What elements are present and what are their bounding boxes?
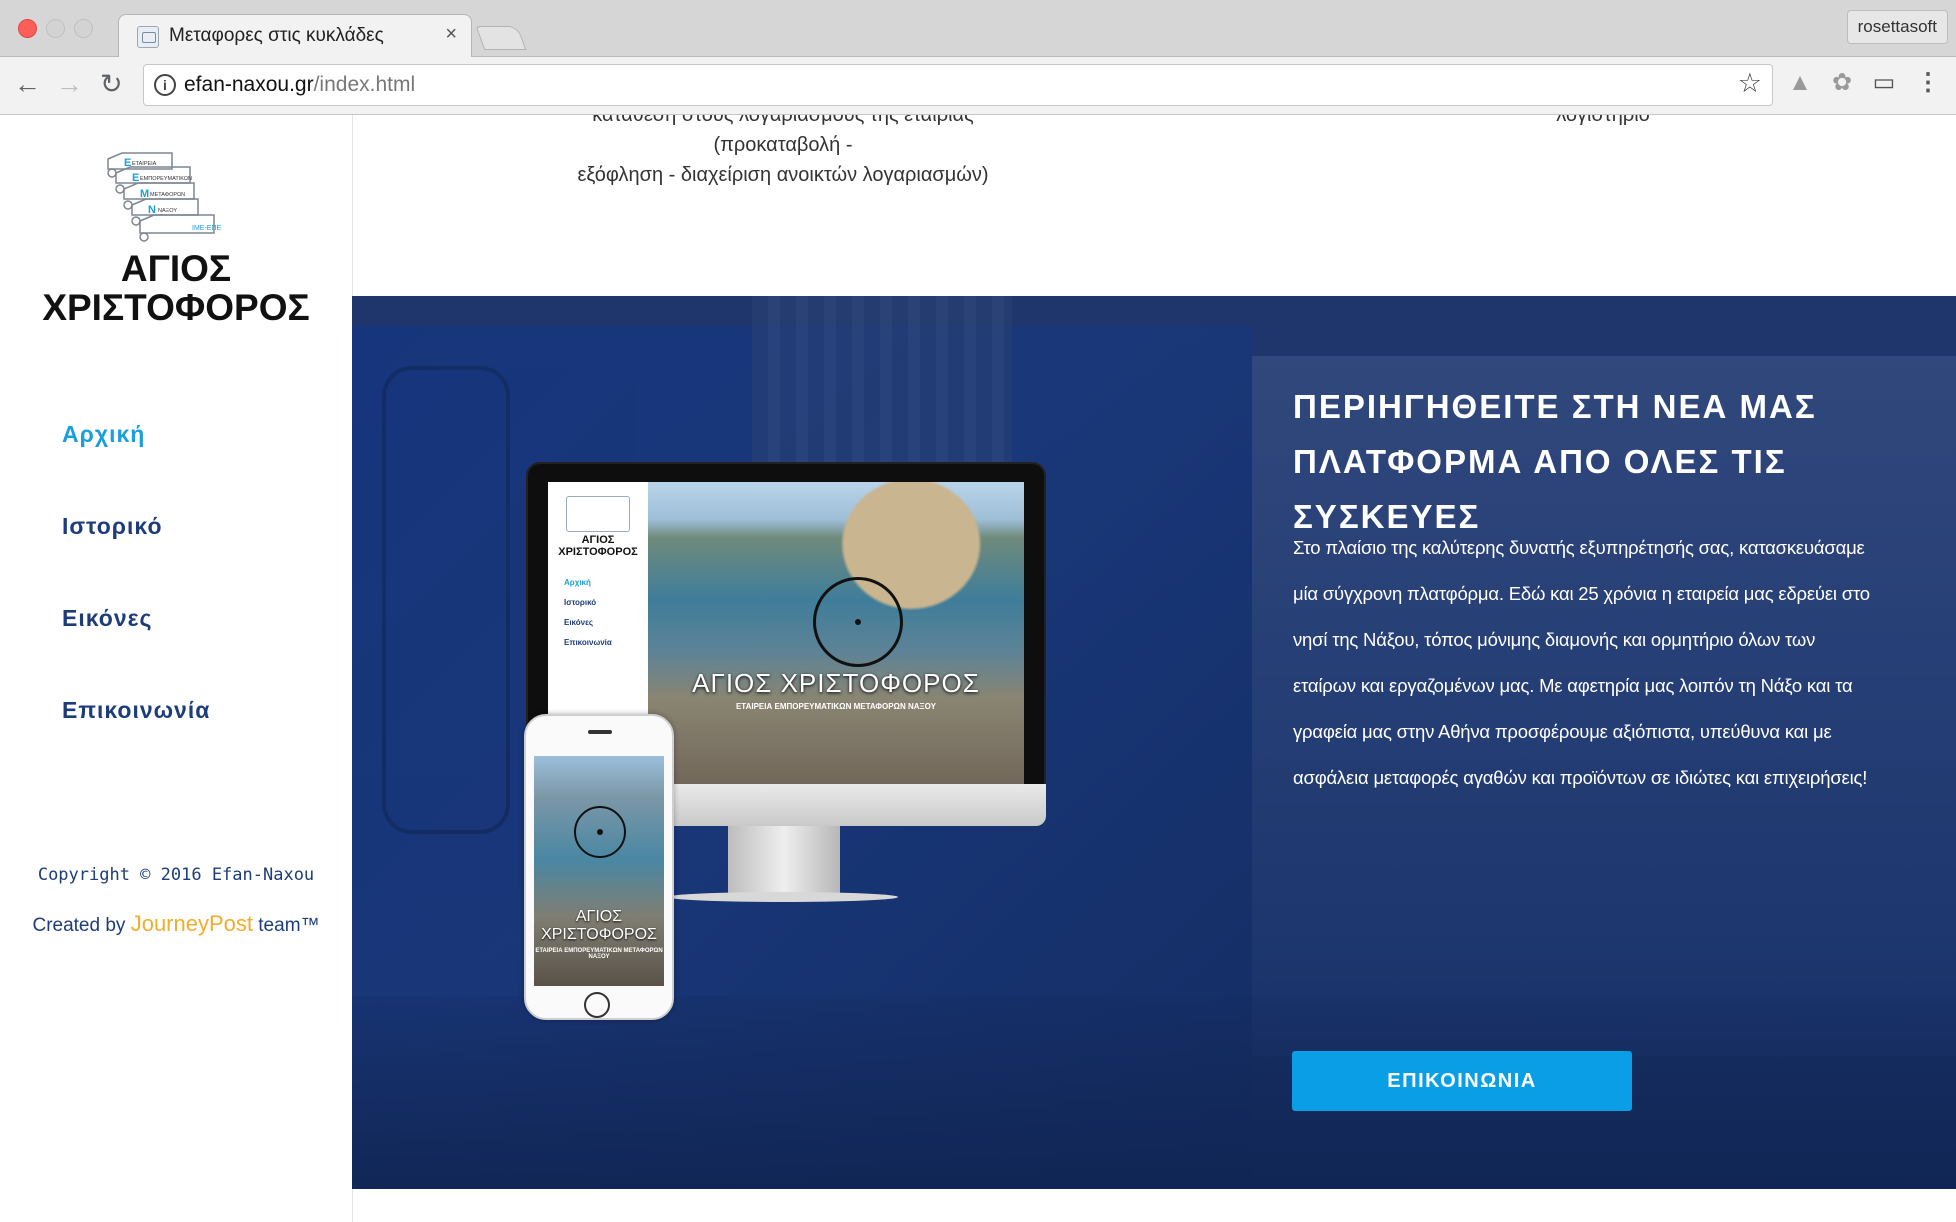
- sidebar: Ε Ε Μ Ν ΕΤΑΙΡΕΙΑ ΕΜΠΟΡΕΥΜΑΤΙΚΩΝ ΜΕΤΑΦΟΡΩ…: [0, 115, 353, 1222]
- monitor-base: [668, 892, 898, 902]
- mini-hero-subtitle: ΕΤΑΙΡΕΙΑ ΕΜΠΟΡΕΥΜΑΤΙΚΩΝ ΜΕΤΑΦΟΡΩΝ ΝΑΞΟΥ: [735, 702, 937, 711]
- new-tab-button[interactable]: [475, 26, 527, 50]
- tab-close-icon[interactable]: ×: [445, 23, 457, 46]
- phone-mockup: ΑΓΙΟΣ ΧΡΙΣΤΟΦΟΡΟΣ ΕΤΑΙΡΕΙΑ ΕΜΠΟΡΕΥΜΑΤΙΚΩ…: [524, 714, 674, 1020]
- phone-title-line1: ΑΓΙΟΣ: [575, 908, 623, 925]
- tab-title: Μεταφορες στις κυκλάδες: [169, 25, 384, 46]
- mini-logo: [566, 496, 630, 532]
- nav-item-contact[interactable]: Επικοινωνία: [62, 697, 210, 724]
- drive-icon[interactable]: ▲: [1788, 71, 1812, 95]
- mini-logo-title: ΑΓΙΟΣ ΧΡΙΣΤΟΦΟΡΟΣ: [548, 534, 648, 558]
- favicon-icon: [137, 26, 159, 48]
- menu-icon[interactable]: ⋮: [1916, 71, 1940, 95]
- svg-text:ΜΕΤΑΦΟΡΩΝ: ΜΕΤΑΦΟΡΩΝ: [150, 192, 185, 198]
- reload-icon[interactable]: ↻: [100, 69, 123, 100]
- svg-text:ΕΜΠΟΡΕΥΜΑΤΙΚΩΝ: ΕΜΠΟΡΕΥΜΑΤΙΚΩΝ: [140, 176, 192, 182]
- company-logo[interactable]: Ε Ε Μ Ν ΕΤΑΙΡΕΙΑ ΕΜΠΟΡΕΥΜΑΤΙΚΩΝ ΜΕΤΑΦΟΡΩ…: [102, 151, 252, 245]
- platform-hero: ΑΓΙΟΣ ΧΡΙΣΤΟΦΟΡΟΣ Αρχική Ιστορικό Εικόνε…: [352, 296, 1956, 1189]
- nav-item-images[interactable]: Εικόνες: [62, 605, 153, 632]
- monitor-stand: [728, 826, 840, 896]
- mini-nav-contact: Επικοινωνία: [564, 638, 612, 647]
- url-path: /index.html: [313, 73, 416, 96]
- minimize-window-button[interactable]: [46, 19, 65, 38]
- mini-logo-line2: ΧΡΙΣΤΟΦΟΡΟΣ: [558, 546, 638, 558]
- url-domain: efan-naxou.gr: [184, 73, 314, 96]
- browser-toolbar: ← → ↻ i efan-naxou.gr/index.html ☆ ▲ ✿ ▭…: [0, 57, 1956, 115]
- service-text-payments: κατάθεση στους λογαριασμούς της εταιρίας…: [533, 115, 1033, 190]
- phone-hero-title: ΑΓΙΟΣ ΧΡΙΣΤΟΦΟΡΟΣ: [534, 908, 664, 944]
- browser-titlebar: Μεταφορες στις κυκλάδες × rosettasoft: [0, 0, 1956, 58]
- svg-text:Ε: Ε: [132, 172, 139, 184]
- mini-nav-history: Ιστορικό: [564, 598, 597, 607]
- star-icon[interactable]: ☆: [1738, 68, 1762, 99]
- ship-wheel-icon: [813, 577, 903, 667]
- back-icon[interactable]: ←: [14, 69, 41, 100]
- phone-screen: ΑΓΙΟΣ ΧΡΙΣΤΟΦΟΡΟΣ ΕΤΑΙΡΕΙΑ ΕΜΠΟΡΕΥΜΑΤΙΚΩ…: [534, 756, 664, 986]
- svg-text:ΙΜΕ-ΕΠΕ: ΙΜΕ-ΕΠΕ: [192, 225, 222, 232]
- svg-text:ΕΤΑΙΡΕΙΑ: ΕΤΑΙΡΕΙΑ: [132, 161, 157, 167]
- profile-button[interactable]: rosettasoft: [1846, 10, 1948, 44]
- mini-hero-title: ΑΓΙΟΣ ΧΡΙΣΤΟΦΟΡΟΣ: [692, 668, 980, 698]
- credits-prefix: Created by: [32, 915, 126, 936]
- contact-button[interactable]: ΕΠΙΚΟΙΝΩΝΙΑ: [1292, 1051, 1632, 1111]
- svg-text:Μ: Μ: [140, 188, 149, 200]
- service-text-payments-line1: κατάθεση στους λογαριασμούς της εταιρίας…: [592, 115, 974, 156]
- close-window-button[interactable]: [18, 19, 37, 38]
- address-bar[interactable]: i efan-naxou.gr/index.html ☆: [143, 64, 1773, 106]
- mini-nav-home: Αρχική: [564, 578, 591, 587]
- logo-title-line2: ΧΡΙΣΤΟΦΟΡΟΣ: [42, 287, 310, 328]
- journeypost-link[interactable]: JourneyPost: [131, 911, 253, 936]
- phone-title-line2: ΧΡΙΣΤΟΦΟΡΟΣ: [541, 926, 657, 943]
- svg-text:Ε: Ε: [124, 157, 131, 169]
- mini-nav-images: Εικόνες: [564, 618, 594, 627]
- credits-suffix: team™: [258, 915, 320, 936]
- mini-logo-line1: ΑΓΙΟΣ: [581, 534, 615, 546]
- url-text[interactable]: efan-naxou.gr/index.html: [184, 73, 415, 97]
- cast-icon[interactable]: ▭: [1872, 71, 1896, 95]
- extension-icon[interactable]: ✿: [1830, 71, 1854, 95]
- credits-text: Created by JourneyPost team™: [0, 911, 352, 937]
- copyright-text: Copyright © 2016 Efan-Naxou: [37, 865, 315, 885]
- ship-wheel-icon: [574, 806, 626, 858]
- hero-description: Στο πλαίσιο της καλύτερης δυνατής εξυπηρ…: [1293, 536, 1870, 788]
- logo-title-line1: ΑΓΙΟΣ: [120, 248, 232, 289]
- forward-icon[interactable]: →: [56, 69, 83, 100]
- nav-item-history[interactable]: Ιστορικό: [62, 513, 163, 540]
- svg-text:ΝΑΞΟΥ: ΝΑΞΟΥ: [158, 208, 177, 214]
- nav-item-home[interactable]: Αρχική: [62, 421, 145, 448]
- hero-heading: ΠΕΡΙΗΓΗΘΕΙΤΕ ΣΤΗ ΝΕΑ ΜΑΣ ΠΛΑΤΦΟΡΜΑ ΑΠΟ Ο…: [1293, 388, 1817, 536]
- service-text-payments-line2: εξόφληση - διαχείριση ανοικτών λογαριασμ…: [577, 164, 989, 186]
- browser-tab[interactable]: Μεταφορες στις κυκλάδες ×: [118, 14, 472, 58]
- maximize-window-button[interactable]: [74, 19, 93, 38]
- info-icon[interactable]: i: [154, 74, 176, 96]
- phone-home-button: [584, 992, 610, 1018]
- svg-text:Ν: Ν: [148, 204, 156, 216]
- phone-hero-subtitle: ΕΤΑΙΡΕΙΑ ΕΜΠΟΡΕΥΜΑΤΙΚΩΝ ΜΕΤΑΦΟΡΩΝ ΝΑΞΟΥ: [535, 948, 663, 960]
- services-strip: κατάθεση στους λογαριασμούς της εταιρίας…: [353, 115, 1956, 296]
- phone-speaker: [588, 730, 612, 734]
- service-text-accounting: λογιστήριο: [1556, 115, 1650, 126]
